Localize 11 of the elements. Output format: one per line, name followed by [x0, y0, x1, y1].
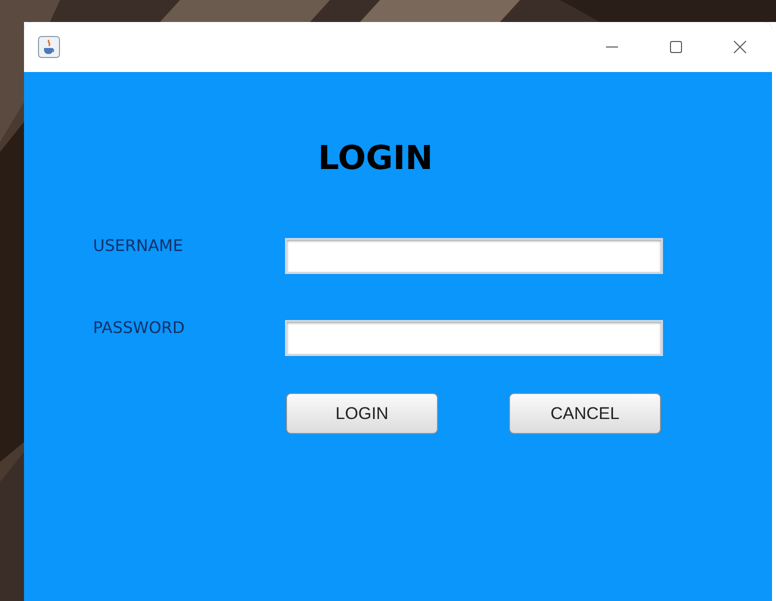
input-field[interactable] [285, 320, 663, 356]
cancel-button[interactable]: CANCEL [509, 393, 661, 434]
coffee-cup-icon [38, 36, 60, 58]
close-icon [732, 39, 748, 55]
login-heading: LOGIN [317, 137, 434, 179]
maximize-icon [668, 39, 684, 55]
input-field[interactable] [285, 238, 663, 274]
field-label: PASSWORD [93, 318, 186, 338]
login-button[interactable]: LOGIN [286, 393, 438, 434]
field-label: USERNAME [93, 236, 184, 256]
minimize-icon [606, 46, 618, 48]
